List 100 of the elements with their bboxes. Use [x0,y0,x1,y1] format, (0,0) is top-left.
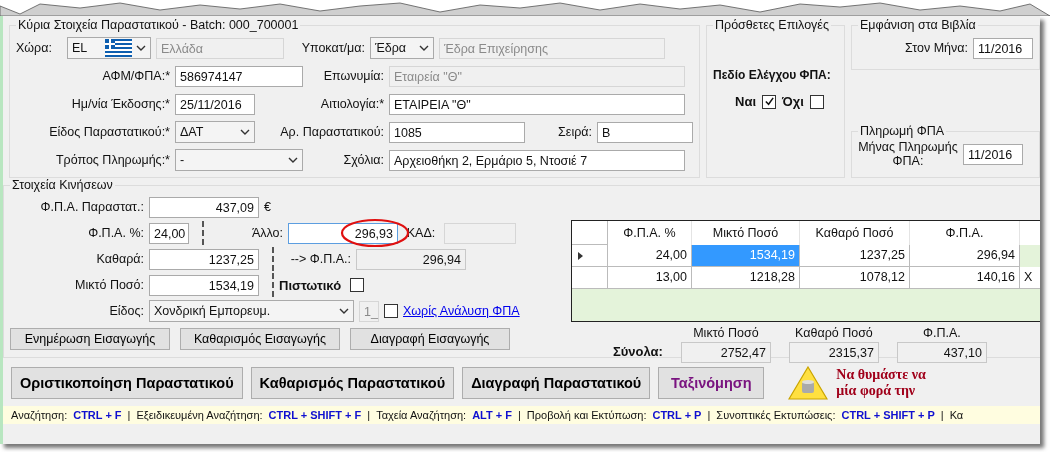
text-field[interactable]: 25/11/2016 [175,93,255,115]
form-button[interactable]: Ενημέρωση Εισαγωγής [10,328,170,350]
field-label: Υποκατ/μα: [300,41,365,55]
text-field[interactable]: 11/2016 [973,37,1033,59]
action-button[interactable]: Καθαρισμός Παραστατικού [250,367,455,399]
text-field[interactable]: 1534,19 [149,274,259,296]
dropdown[interactable]: Χονδρική Εμπορευμ. [149,300,354,322]
field-label: Αιτιολογία:* [319,97,384,111]
chevron-down-icon [288,157,298,163]
shortcut-label: Αναζήτηση: [11,409,68,421]
shortcut-label: Κα [949,409,964,421]
field-label: Επωνυμία: [322,69,384,83]
reminder-text: Να θυμάστε να [836,367,926,383]
field-label: Χώρα: [16,41,53,55]
field-label: Μικτό Ποσό [693,326,759,340]
option-label: Όχι [782,94,804,109]
chevron-down-icon [136,45,146,51]
totals-label: Σύνολα: [613,344,663,359]
separator: | [127,409,131,421]
field-label: Άλλο: [250,226,283,240]
dropdown[interactable]: Έδρα [370,37,434,59]
separator: | [707,409,711,421]
text-field[interactable]: 11/2016 [963,143,1023,165]
table-cell[interactable]: 1078,12 [800,267,910,289]
group-title: Πληρωμή ΦΠΑ [859,124,946,138]
table-cell[interactable]: 140,16 [910,267,1020,289]
shortcut-keys: CTRL + F [73,409,122,421]
warning-icon [788,366,829,400]
row-pointer-icon [578,251,583,260]
checkbox-label: Πιστωτικό [279,277,342,293]
text-field[interactable]: 586974147 [175,65,303,87]
action-button[interactable]: Διαγραφή Παραστατικού [462,367,651,399]
text-field[interactable]: 1237,25 [149,248,259,270]
field-label: Καθαρό Ποσό [795,326,873,340]
field-label: Πεδίο Ελέγχου ΦΠΑ: [713,68,832,82]
option-label: Ναι [735,94,756,109]
field-label: Σειρά: [557,125,592,139]
currency-label: € [264,200,271,214]
shortcut-label: Εξειδικευμένη Αναζήτηση: [136,409,263,421]
dropdown[interactable]: ΔΑΤ [175,121,255,143]
field-label: Αρ. Παραστατικού: [279,125,384,139]
chevron-down-icon [419,45,429,51]
form-button[interactable]: Διαγραφή Εισαγωγής [350,328,510,350]
checkbox[interactable] [384,304,398,318]
field-label: Στον Μήνα: [904,41,968,55]
shortcut-label: Ταχεία Αναζήτηση: [376,409,467,421]
table-cell[interactable]: 24,00 [608,245,692,267]
dropdown[interactable]: EL [67,37,151,59]
group-title: Εμφάνιση στα Βιβλία [859,18,977,32]
dropdown[interactable]: - [175,149,303,171]
shortcut-keys: ALT + F [472,409,512,421]
text-field[interactable]: Β [597,121,693,143]
separator: | [517,409,521,421]
text-field[interactable]: 24,00 [149,222,189,244]
field-label: Καθαρά: [95,252,144,266]
field-label: --> Φ.Π.Α.: [289,252,351,266]
field-label: ΑΦΜ/ΦΠΑ:* [101,69,170,83]
table-cell[interactable]: Χ [1020,267,1040,289]
row-header[interactable] [572,245,608,267]
text-field[interactable]: ΕΤΑΙΡΕΙΑ "Θ" [389,93,685,115]
action-button[interactable]: Ταξινόμηση [658,367,765,399]
table-cell[interactable]: 13,00 [608,267,692,289]
checkbox[interactable] [809,94,824,109]
table-cell[interactable]: 1218,28 [692,267,800,289]
field-label: Φ.Π.Α. [923,326,961,340]
text-field[interactable]: 437,10 [896,342,987,363]
form-button[interactable]: Καθαρισμός Εισαγωγής [180,328,340,350]
field-label: Ημ/νία Έκδοσης:* [70,97,170,111]
reminder-text: μία φορά την [836,383,917,399]
text-field[interactable]: 296,93 [288,222,398,244]
shortcut-keys: CTRL + SHIFT + P [841,409,935,421]
chevron-down-icon [240,129,250,135]
field-label: Μικτό Ποσό: [74,278,144,292]
text-field[interactable]: Αρχειοθήκη 2, Ερμάριο 5, Ντοσιέ 7 [389,149,685,171]
field-label: Τρόπος Πληρωμής:* [54,153,170,167]
checkbox[interactable] [762,94,776,109]
field-label: Φ.Π.Α. Παραστατ.: [39,200,144,214]
text-field[interactable]: 2752,47 [680,342,771,363]
shortcut-label: Προβολή και Εκτύπωση: [526,409,647,421]
checkbox[interactable] [350,278,365,292]
text-field[interactable]: 2315,37 [788,342,879,363]
group-title: Κύρια Στοιχεία Παραστατικού - Batch: 000_700001 [17,18,300,32]
text-field[interactable]: 437,09 [149,196,259,218]
action-button[interactable]: Οριστικοποίηση Παραστατικού [11,367,243,399]
shortcut-label: Συνοπτικές Εκτυπώσεις: [716,409,836,421]
field-label: Είδος Παραστατικού:* [48,125,170,139]
text-field[interactable]: 296,94 [356,248,466,270]
table-cell[interactable]: 1237,25 [800,245,910,267]
table-cell[interactable]: 296,94 [910,245,1020,267]
group-title: Πρόσθετες Επιλογές [714,18,830,32]
chevron-down-icon [339,308,349,314]
shortcut-keys: CTRL + P [652,409,702,421]
field-label: Φ.Π.Α. %: [87,226,144,240]
field-label: Μήνας Πληρωμής ΦΠΑ: [858,140,958,168]
no-vat-analysis-link[interactable]: Χωρίς Ανάλυση ΦΠΑ [403,304,520,318]
field-label: Είδος: [108,304,144,318]
shortcut-keys: CTRL + SHIFT + F [268,409,362,421]
text-field[interactable]: 1085 [389,121,525,143]
separator: | [367,409,371,421]
field-label: Σχόλια: [342,153,384,167]
